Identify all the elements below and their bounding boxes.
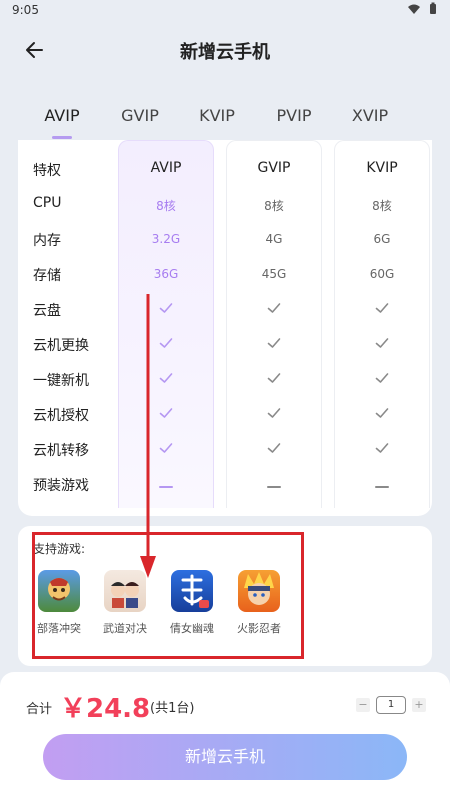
- header: 新增云手机: [0, 30, 450, 70]
- table-cell: 8核: [264, 199, 284, 213]
- check-icon: [226, 407, 322, 422]
- check-icon: [118, 372, 214, 387]
- row-label: 存储: [33, 268, 61, 284]
- table-cell: 3.2G: [151, 232, 181, 246]
- dash-icon: [118, 477, 214, 491]
- check-icon: [118, 442, 214, 457]
- row-label: CPU: [33, 195, 62, 211]
- increment-button[interactable]: +: [412, 698, 426, 712]
- row-label: 一键新机: [33, 373, 89, 389]
- check-icon: [118, 407, 214, 422]
- privilege-table: 特权 AVIP GVIP KVIP CPU 8核 8核 8核内存 3.2G 4G 6G 存储 3…: [18, 140, 432, 516]
- status-bar: 9:05: [0, 0, 450, 22]
- bottom-bar: 合计 ￥24.8 (共1台) − 1 + 新增云手机: [0, 672, 450, 800]
- table-row: 云机更换: [18, 329, 432, 364]
- check-icon: [226, 372, 322, 387]
- table-row: 内存 3.2G 4G 6G: [18, 224, 432, 259]
- column-header-kvip: KVIP: [366, 160, 398, 176]
- row-label: 内存: [33, 233, 61, 249]
- table-row: 一键新机: [18, 364, 432, 399]
- table-cell: 4G: [265, 232, 283, 246]
- check-icon: [334, 337, 430, 352]
- check-icon: [226, 337, 322, 352]
- row-label: 云机更换: [33, 338, 89, 354]
- status-time: 9:05: [12, 3, 39, 17]
- check-icon: [226, 442, 322, 457]
- row-label: 云盘: [33, 303, 61, 319]
- quantity-value[interactable]: 1: [376, 696, 406, 714]
- row-label: 预装游戏: [33, 478, 89, 494]
- table-cell: 45G: [261, 267, 287, 281]
- row-label: 云机转移: [33, 443, 89, 459]
- table-header-row: 特权 AVIP GVIP KVIP: [18, 154, 432, 189]
- row-label: 云机授权: [33, 408, 89, 424]
- tab-xvip[interactable]: XVIP: [335, 106, 405, 125]
- vip-tabs: AVIP GVIP KVIP PVIP XVIP: [0, 100, 450, 140]
- table-cell: 6G: [373, 232, 391, 246]
- table-row: 云机授权: [18, 399, 432, 434]
- battery-icon: [430, 4, 436, 14]
- table-cell: 8核: [372, 199, 392, 213]
- tab-pvip[interactable]: PVIP: [259, 106, 329, 125]
- column-header-gvip: GVIP: [257, 160, 291, 176]
- table-row: 预装游戏: [18, 469, 432, 504]
- check-icon: [226, 302, 322, 317]
- annotation-highlight-box: [32, 532, 304, 659]
- tab-kvip[interactable]: KVIP: [182, 106, 252, 125]
- check-icon: [334, 372, 430, 387]
- add-cloud-phone-button[interactable]: 新增云手机: [43, 734, 407, 780]
- check-icon: [334, 442, 430, 457]
- check-icon: [118, 302, 214, 317]
- check-icon: [334, 302, 430, 317]
- device-count-note: (共1台): [150, 701, 195, 716]
- dash-icon: [226, 477, 322, 491]
- table-row: CPU 8核 8核 8核: [18, 189, 432, 224]
- table-cell: 36G: [153, 267, 179, 281]
- table-cell: 60G: [369, 267, 395, 281]
- page-title: 新增云手机: [180, 42, 270, 63]
- status-icons: [408, 2, 436, 14]
- dash-icon: [334, 477, 430, 491]
- table-row: 存储 36G 45G 60G: [18, 259, 432, 294]
- total-label: 合计: [26, 702, 53, 717]
- wifi-icon: [408, 4, 420, 14]
- check-icon: [118, 337, 214, 352]
- column-header-avip: AVIP: [150, 160, 182, 176]
- table-row: 云盘: [18, 294, 432, 329]
- tab-indicator: [52, 136, 72, 139]
- header-label: 特权: [33, 163, 61, 179]
- table-cell: 8核: [156, 199, 176, 213]
- check-icon: [334, 407, 430, 422]
- tab-avip[interactable]: AVIP: [27, 106, 97, 125]
- decrement-button[interactable]: −: [356, 698, 370, 712]
- tab-gvip[interactable]: GVIP: [105, 106, 175, 125]
- quantity-stepper: − 1 +: [356, 696, 426, 714]
- table-row: 云机转移: [18, 434, 432, 469]
- total-price: ￥24.8: [60, 694, 151, 724]
